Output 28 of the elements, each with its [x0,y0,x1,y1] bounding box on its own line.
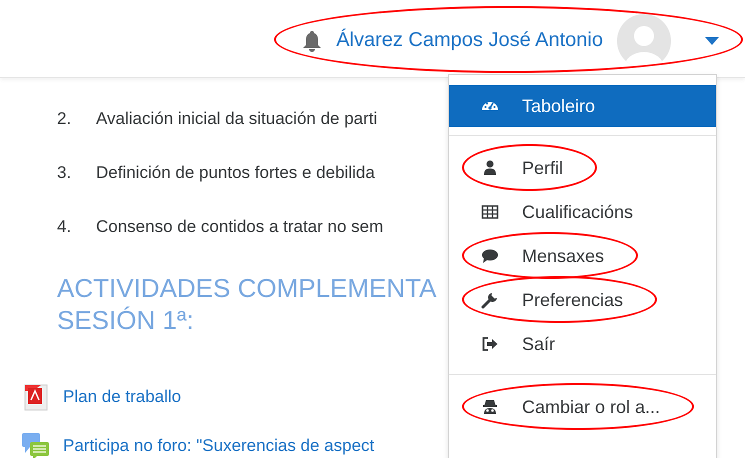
section-heading: SESIÓN 1ª: [57,304,194,336]
avatar-icon[interactable] [617,14,671,68]
list-item-text: Avaliación inicial da situación de parti [96,109,378,129]
wrench-icon [481,291,499,309]
activity-link[interactable]: Participa no foro: "Suxerencias de aspect [63,436,374,456]
menu-item[interactable]: Taboleiro [449,85,716,127]
menu-item[interactable]: Cambiar o rol a... [449,385,716,429]
menu-item[interactable]: Perfil [449,146,716,190]
section-heading: ACTIVIDADES COMPLEMENTA [57,272,436,304]
menu-item[interactable]: Saír [449,322,716,366]
list-number: 3. [57,163,72,183]
list-number: 2. [57,109,72,129]
speech-bubble-icon [481,247,499,265]
list-number: 4. [57,217,72,237]
disguise-icon [481,398,499,416]
caret-icon[interactable] [705,36,719,44]
menu-item[interactable]: Preferencias [449,278,716,322]
user-icon [481,159,499,177]
menu-item[interactable]: Mensaxes [449,234,716,278]
activity-link[interactable]: Plan de traballo [63,386,182,406]
sign-out-icon [481,335,499,353]
bell-icon[interactable] [302,30,322,52]
list-item-text: Consenso de contidos a tratar no sem [96,217,384,237]
menu-item[interactable]: Cualificacións [449,190,716,234]
user-name[interactable]: Álvarez Campos José Antonio [336,29,603,52]
table-icon [481,203,499,221]
list-item-text: Definición de puntos fortes e debilida [96,163,375,183]
forum-icon [21,430,51,458]
